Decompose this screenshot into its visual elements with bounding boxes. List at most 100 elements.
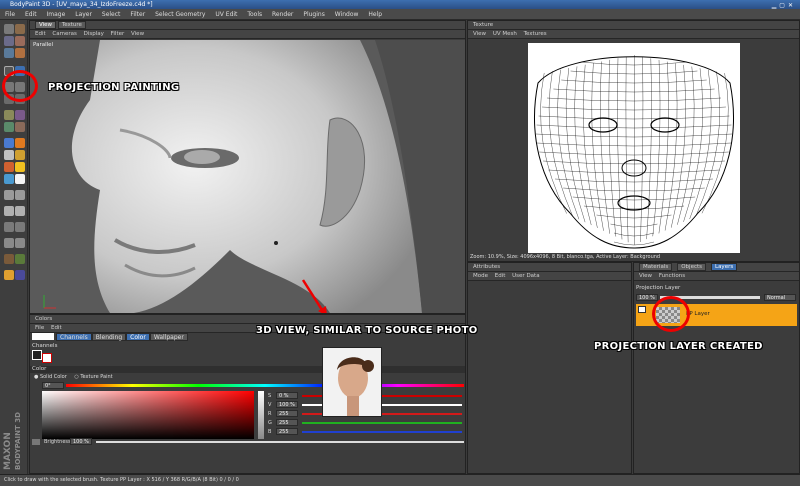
text-icon[interactable] (4, 190, 14, 200)
eye-icon[interactable] (638, 306, 646, 313)
layer-blend-mode[interactable]: Normal (764, 294, 796, 301)
tv-menu-textures[interactable]: Textures (524, 31, 547, 37)
value-strip[interactable] (258, 391, 264, 439)
menu-layer[interactable]: Layer (75, 11, 92, 18)
gradient-icon[interactable] (4, 174, 14, 184)
layers-menu: View Functions (634, 272, 799, 281)
tab-layers[interactable]: Layers (711, 263, 738, 271)
menu-uv-edit[interactable]: UV Edit (215, 11, 237, 18)
uv-icon[interactable] (4, 110, 14, 120)
menu-select-geometry[interactable]: Select Geometry (155, 11, 205, 18)
field-r-value[interactable]: 255 (276, 410, 298, 417)
tab-channels[interactable]: Channels (56, 333, 92, 341)
brightness-slider[interactable] (96, 441, 464, 443)
saturation-value-picker[interactable] (42, 391, 254, 439)
attr-menu-edit[interactable]: Edit (495, 273, 506, 279)
clone-icon[interactable] (15, 174, 25, 184)
tab-view[interactable]: View (35, 21, 57, 29)
star-icon[interactable] (15, 162, 25, 172)
tab-color[interactable]: Color (126, 333, 150, 341)
tab-objects[interactable]: Objects (677, 263, 706, 271)
model-icon[interactable] (15, 48, 25, 58)
colors-menu-edit[interactable]: Edit (51, 325, 62, 331)
menu-window[interactable]: Window (335, 11, 359, 18)
material-icon[interactable] (4, 254, 14, 264)
scale-icon[interactable] (15, 36, 25, 46)
menu-select[interactable]: Select (102, 11, 121, 18)
menu-edit[interactable]: Edit (25, 11, 37, 18)
foreground-channel-swatch[interactable] (32, 350, 42, 360)
vp-menu-view[interactable]: View (131, 31, 144, 37)
hue-slider[interactable] (66, 384, 464, 387)
viewport-canvas[interactable]: Parallel (30, 40, 465, 313)
colors-menu-file[interactable]: File (35, 325, 44, 331)
uv-mesh-canvas[interactable] (528, 43, 740, 253)
field-g-label: G (268, 420, 272, 426)
vp-menu-edit[interactable]: Edit (35, 31, 46, 37)
tv-menu-uvmesh[interactable]: UV Mesh (493, 31, 517, 37)
light-icon[interactable] (15, 254, 25, 264)
brush-icon[interactable] (4, 138, 14, 148)
undo-icon[interactable] (4, 24, 14, 34)
polygon-icon[interactable] (15, 110, 25, 120)
brightness-toggle-icon[interactable] (32, 439, 40, 445)
wire-icon[interactable] (4, 238, 14, 248)
attr-menu-userdata[interactable]: User Data (512, 273, 539, 279)
hue-field[interactable]: 0° (42, 382, 64, 389)
colors-tabs: Channels Blending Color Wallpaper (56, 333, 188, 341)
field-g-value[interactable]: 255 (276, 419, 298, 426)
attributes-title: Attributes (473, 264, 501, 270)
layers-menu-functions[interactable]: Functions (659, 273, 685, 279)
edge-icon[interactable] (15, 122, 25, 132)
field-v-value[interactable]: 100 % (276, 401, 298, 408)
field-g-slider[interactable] (302, 422, 462, 424)
shape-icon[interactable] (15, 190, 25, 200)
menu-tools[interactable]: Tools (247, 11, 262, 18)
annotation-layer-created: PROJECTION LAYER CREATED (594, 341, 763, 352)
window-title: BodyPaint 3D - [UV_maya_34_IzdoFreeze.c4… (10, 1, 153, 8)
field-s-value[interactable]: 0 % (276, 392, 298, 399)
hand-icon[interactable] (4, 206, 14, 216)
menu-help[interactable]: Help (368, 11, 382, 18)
vp-menu-filter[interactable]: Filter (111, 31, 125, 37)
brightness-value[interactable]: 100 % (70, 438, 92, 445)
layers-menu-view[interactable]: View (639, 273, 652, 279)
menu-image[interactable]: Image (47, 11, 66, 18)
window-title-bar: BodyPaint 3D - [UV_maya_34_IzdoFreeze.c4… (0, 0, 800, 9)
tab-wallpaper[interactable]: Wallpaper (149, 333, 188, 341)
vp-menu-cameras[interactable]: Cameras (52, 31, 76, 37)
menu-render[interactable]: Render (272, 11, 293, 18)
current-color-swatch[interactable] (32, 333, 54, 340)
eraser-icon[interactable] (4, 150, 14, 160)
viewport-panel: View Texture Edit Cameras Display Filter… (29, 20, 466, 314)
checker-icon[interactable] (15, 222, 25, 232)
redo-icon[interactable] (15, 24, 25, 34)
menu-file[interactable]: File (5, 11, 15, 18)
layer-opacity-field[interactable]: 100 % (636, 294, 658, 301)
field-b-value[interactable]: 255 (276, 428, 298, 435)
point-icon[interactable] (4, 122, 14, 132)
field-b-slider[interactable] (302, 431, 462, 433)
tab-texture[interactable]: Texture (57, 21, 86, 29)
field-r-label: R (268, 411, 272, 417)
lock-icon[interactable] (15, 238, 25, 248)
pencil-icon[interactable] (15, 138, 25, 148)
render-icon[interactable] (4, 270, 14, 280)
highlight-ring-layer (652, 296, 690, 332)
tab-materials[interactable]: Materials (639, 263, 673, 271)
zoom-icon[interactable] (15, 206, 25, 216)
attr-menu-mode[interactable]: Mode (473, 273, 488, 279)
grid-icon[interactable] (4, 222, 14, 232)
menu-plugins[interactable]: Plugins (303, 11, 325, 18)
rotate-icon[interactable] (4, 48, 14, 58)
tv-menu-view[interactable]: View (473, 31, 486, 37)
menu-filter[interactable]: Filter (130, 11, 145, 18)
vp-menu-display[interactable]: Display (84, 31, 104, 37)
move-icon[interactable] (4, 36, 14, 46)
tab-blending[interactable]: Blending (91, 333, 127, 341)
smudge-icon[interactable] (4, 162, 14, 172)
background-channel-swatch[interactable] (42, 353, 52, 363)
settings-icon[interactable] (15, 270, 25, 280)
fill-icon[interactable] (15, 150, 25, 160)
attributes-menu: Mode Edit User Data (468, 272, 631, 281)
